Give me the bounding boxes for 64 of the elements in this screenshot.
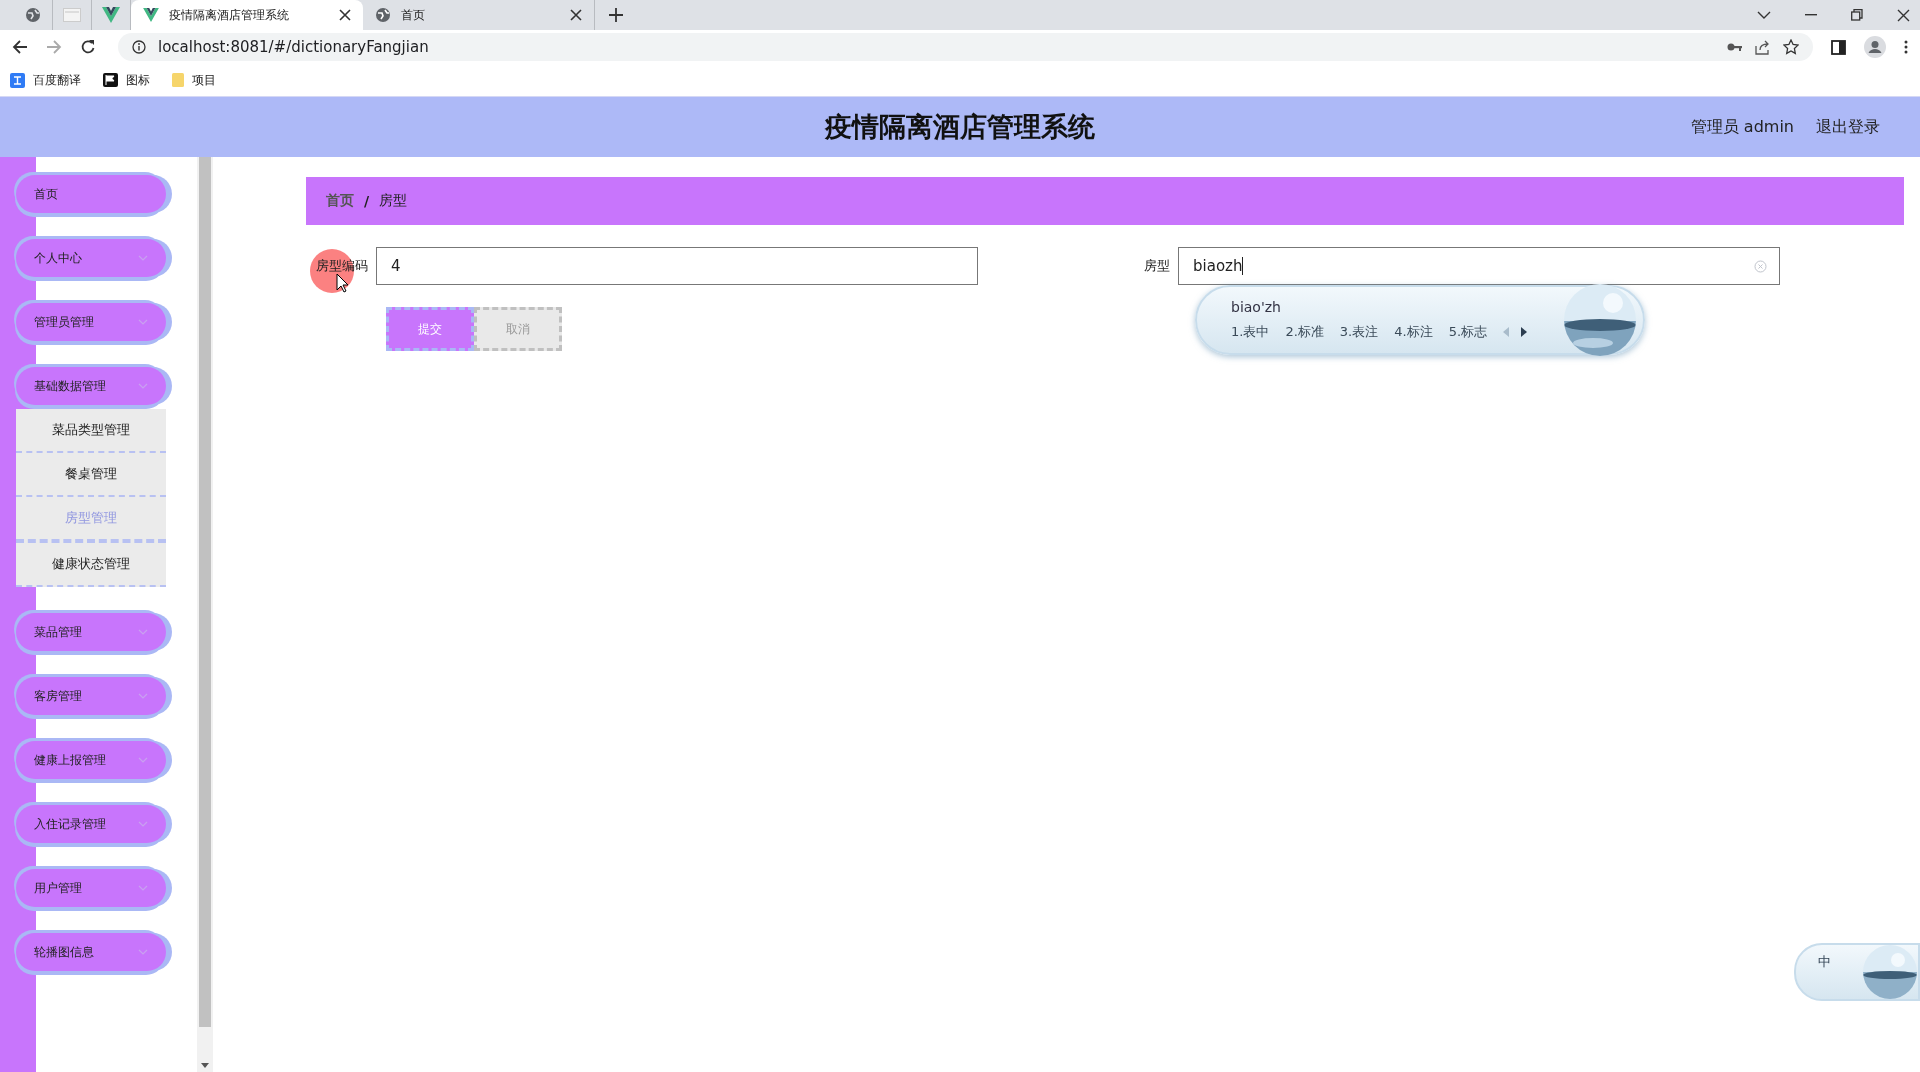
cursor-icon — [336, 273, 350, 293]
v-logo-icon — [102, 7, 120, 23]
browser-tab[interactable]: 疫情隔离酒店管理系统 — [131, 0, 363, 30]
submenu-item[interactable]: 健康状态管理 — [16, 543, 166, 587]
chevron-icon — [138, 757, 148, 763]
address-field[interactable]: localhost:8081/#/dictionaryFangjian — [118, 33, 1813, 61]
app-title: 疫情隔离酒店管理系统 — [825, 110, 1095, 144]
bookmark[interactable]: 图标 — [103, 71, 150, 89]
chevron-icon — [138, 885, 148, 891]
chevron-down-icon[interactable] — [1757, 10, 1771, 20]
breadcrumb-separator: / — [364, 193, 370, 209]
side-panel-icon[interactable] — [1831, 39, 1846, 55]
scrollbar[interactable] — [197, 157, 213, 1072]
close-icon[interactable] — [339, 9, 351, 21]
chevron-icon — [138, 949, 148, 955]
more-icon[interactable] — [1904, 40, 1908, 54]
bookmark[interactable]: 项目 — [172, 71, 216, 89]
key-icon[interactable] — [1727, 42, 1743, 52]
translate-icon — [10, 72, 25, 88]
bookmark[interactable]: 百度翻译 — [10, 71, 81, 89]
page-icon — [63, 8, 81, 22]
ime-mode-label: 中 — [1818, 953, 1831, 971]
input-field[interactable]: 4 — [376, 247, 978, 285]
ime-candidate[interactable]: 5.标志 — [1448, 323, 1488, 341]
chevron-icon — [138, 693, 148, 699]
next-page-icon[interactable] — [1521, 327, 1528, 337]
logout-link[interactable]: 退出登录 — [1816, 116, 1880, 138]
user-label: 管理员 admin — [1690, 116, 1794, 138]
reload-icon[interactable] — [80, 39, 96, 55]
star-icon[interactable] — [1783, 39, 1799, 55]
ime-candidate[interactable]: 3.表注 — [1339, 323, 1379, 341]
close-icon[interactable] — [570, 9, 582, 21]
ime-status-widget[interactable]: 中 — [1794, 943, 1920, 1001]
ime-candidate[interactable]: 4.标注 — [1394, 323, 1433, 341]
chevron-icon — [138, 319, 148, 325]
folder-icon — [172, 73, 184, 87]
ime-candidate[interactable]: 2.标准 — [1285, 323, 1324, 341]
share-icon[interactable] — [1755, 39, 1771, 55]
submenu-item[interactable]: 餐桌管理 — [16, 453, 166, 497]
ime-composition: biao'zh — [1231, 299, 1282, 315]
flag-icon — [103, 73, 118, 87]
field-label: 房型 — [1143, 257, 1170, 275]
new-tab-icon[interactable] — [609, 8, 623, 22]
minimize-icon[interactable] — [1805, 14, 1817, 16]
globe-icon — [375, 7, 391, 23]
submenu-item[interactable]: 菜品类型管理 — [16, 409, 166, 453]
restore-icon[interactable] — [1851, 9, 1863, 21]
chevron-icon — [138, 629, 148, 635]
click-indicator — [310, 249, 354, 293]
tab-title: 疫情隔离酒店管理系统 — [169, 6, 290, 24]
chevron-icon — [138, 383, 148, 389]
tab-title: 首页 — [401, 6, 426, 24]
back-icon[interactable] — [12, 39, 28, 55]
profile-icon[interactable] — [1864, 36, 1886, 58]
chevron-icon — [138, 821, 148, 827]
chevron-icon — [138, 255, 148, 261]
globe-icon — [25, 7, 41, 23]
close-icon[interactable] — [1897, 8, 1910, 22]
v-logo-icon — [143, 8, 159, 22]
info-icon — [132, 40, 146, 54]
scroll-down-icon[interactable] — [201, 1063, 209, 1068]
input-field[interactable]: biaozh — [1178, 247, 1780, 285]
breadcrumb-current: 房型 — [379, 192, 408, 210]
ime-candidate[interactable]: 1.表中 — [1231, 323, 1270, 341]
